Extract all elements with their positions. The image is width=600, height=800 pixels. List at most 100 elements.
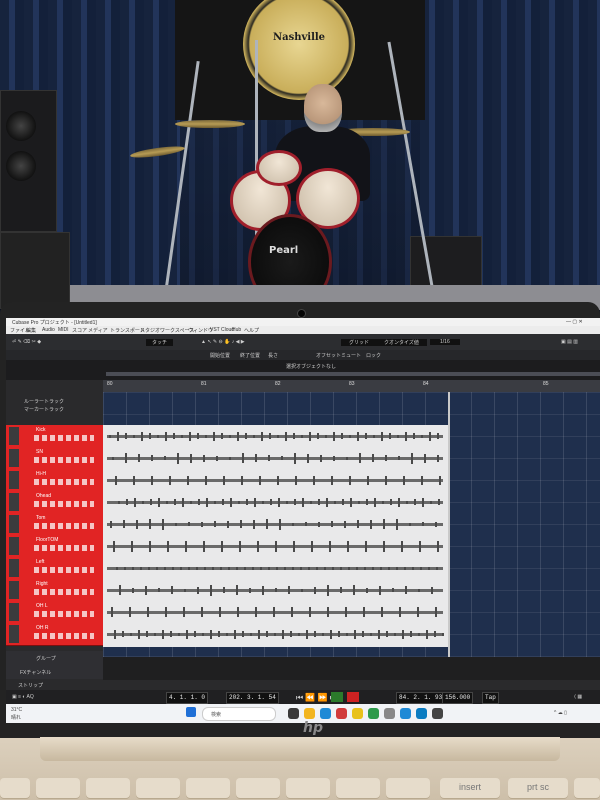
snap-type-select[interactable]: グリッド (341, 339, 378, 346)
insert-key[interactable]: insert (440, 778, 500, 798)
cubase-icon[interactable] (384, 708, 395, 719)
track-controls[interactable] (34, 523, 94, 529)
app-icon[interactable] (336, 708, 347, 719)
keyboard-key[interactable] (186, 778, 230, 798)
timeline-ruler[interactable]: 80 81 82 83 84 85 (103, 380, 600, 392)
record-button[interactable] (347, 692, 359, 702)
start-icon[interactable] (186, 707, 196, 717)
audio-event[interactable] (103, 447, 448, 469)
print-screen-key[interactable]: prt sc (508, 778, 568, 798)
menu-item-audio[interactable]: Audio (42, 327, 55, 333)
tap-tempo[interactable]: Tap (482, 692, 499, 704)
track-name[interactable]: Left (36, 559, 44, 565)
audio-event[interactable] (103, 469, 448, 491)
track-row[interactable]: FloorTOM (6, 535, 103, 558)
track-row[interactable]: Ohead (6, 491, 103, 514)
track-name[interactable]: FloorTOM (36, 537, 58, 543)
audio-event[interactable] (103, 579, 448, 601)
track-name[interactable]: Kick (36, 427, 45, 433)
track-controls[interactable] (34, 501, 94, 507)
left-locator[interactable]: 4. 1. 1. 0 (166, 692, 209, 704)
track-row[interactable]: Kick (6, 425, 103, 448)
tempo-display[interactable]: 156.000 (442, 692, 474, 704)
track-name[interactable]: Right (36, 581, 48, 587)
track-name[interactable]: Ohead (36, 493, 51, 499)
menu-item-hub[interactable]: Hub (232, 327, 241, 333)
waveform-transient (237, 431, 239, 441)
edge-icon[interactable] (320, 708, 331, 719)
audio-event[interactable] (103, 623, 448, 645)
menu-item-help[interactable]: ヘルプ (244, 327, 259, 334)
track-name[interactable]: Tom (36, 515, 45, 521)
track-row[interactable]: SN (6, 447, 103, 470)
track-row[interactable]: Left (6, 557, 103, 580)
group-track[interactable]: グループ (6, 651, 103, 665)
track-row[interactable]: Right (6, 579, 103, 602)
keyboard-key[interactable] (336, 778, 380, 798)
store-icon[interactable] (400, 708, 411, 719)
track-controls[interactable] (34, 457, 94, 463)
keyboard-key[interactable] (386, 778, 430, 798)
track-controls[interactable] (34, 479, 94, 485)
edit-tools[interactable]: ▲ ↖ ✎ ⊖ ✋ ♪ ◀ ▶ (201, 339, 245, 345)
settings-icon[interactable] (432, 708, 443, 719)
project-cursor[interactable] (448, 392, 450, 657)
chrome-icon[interactable] (352, 708, 363, 719)
track-controls[interactable] (34, 633, 94, 639)
audio-event[interactable] (103, 557, 448, 579)
track-row[interactable]: Tom (6, 513, 103, 536)
track-controls[interactable] (34, 567, 94, 573)
audio-event[interactable] (103, 513, 448, 535)
layout-icons[interactable]: ▣ ▤ ▥ (561, 339, 578, 345)
search-box[interactable]: 検索 (202, 707, 276, 721)
weather-temp[interactable]: 31°C (11, 707, 22, 713)
menu-item-vst-cloud[interactable]: VST Cloud (210, 327, 234, 333)
time-display[interactable]: 202. 3. 1. 54 (226, 692, 279, 704)
toolbar-tools[interactable]: ⏎ ✎ ⌫ ✂ ◆ (12, 339, 41, 345)
audio-clips[interactable] (103, 425, 448, 647)
right-locator[interactable]: 84. 2. 1. 93 (396, 692, 446, 704)
keyboard-key[interactable] (286, 778, 330, 798)
track-controls[interactable] (34, 611, 94, 617)
track-controls[interactable] (34, 435, 94, 441)
track-row[interactable]: Hi-H (6, 469, 103, 492)
quantize-value-select[interactable]: 1/16 (430, 339, 460, 345)
track-controls[interactable] (34, 545, 94, 551)
keyboard-key[interactable] (236, 778, 280, 798)
track-name[interactable]: OH L (36, 603, 48, 609)
track-name[interactable]: OH R (36, 625, 49, 631)
touch-mode-select[interactable]: タッチ (146, 339, 174, 346)
file-explorer-icon[interactable] (304, 708, 315, 719)
transport-left-icons[interactable]: ▣ ≡ ◐ AQ (12, 694, 34, 700)
quantize-mode-select[interactable]: クオンタイズ値 (376, 339, 427, 346)
audio-event[interactable] (103, 425, 448, 447)
overview-line[interactable] (106, 372, 600, 376)
menu-item-studio[interactable]: スタジオ (140, 327, 160, 334)
keyboard-key[interactable] (0, 778, 30, 798)
menu-item-score[interactable]: スコア (72, 327, 87, 334)
window-controls[interactable]: — ▢ ✕ (566, 319, 583, 325)
track-name[interactable]: SN (36, 449, 43, 455)
track-row[interactable]: OH L (6, 601, 103, 624)
fx-track[interactable]: FXチャンネル (6, 665, 103, 679)
transport-buttons[interactable]: ⏮ ⏪ ⏩ ⏹ (296, 693, 334, 703)
audio-event[interactable] (103, 535, 448, 557)
transport-right-controls[interactable]: ⟨ ▦ (574, 694, 582, 700)
keyboard-key[interactable] (36, 778, 80, 798)
keyboard-key[interactable] (574, 778, 600, 798)
system-tray[interactable]: ^ ☁ ▯ (554, 710, 567, 716)
app-icon[interactable] (416, 708, 427, 719)
track-row[interactable]: OH R (6, 623, 103, 646)
keyboard-key[interactable] (86, 778, 130, 798)
audio-event[interactable] (103, 491, 448, 513)
audio-event[interactable] (103, 601, 448, 623)
menu-item-edit[interactable]: 編集 (26, 327, 36, 334)
menu-item-midi[interactable]: MIDI (58, 327, 69, 333)
track-name[interactable]: Hi-H (36, 471, 46, 477)
track-controls[interactable] (34, 589, 94, 595)
task-view-icon[interactable] (288, 708, 299, 719)
menu-item-media[interactable]: メディア (88, 327, 108, 334)
keyboard-key[interactable] (136, 778, 180, 798)
app-icon[interactable] (368, 708, 379, 719)
play-button[interactable] (331, 692, 343, 702)
